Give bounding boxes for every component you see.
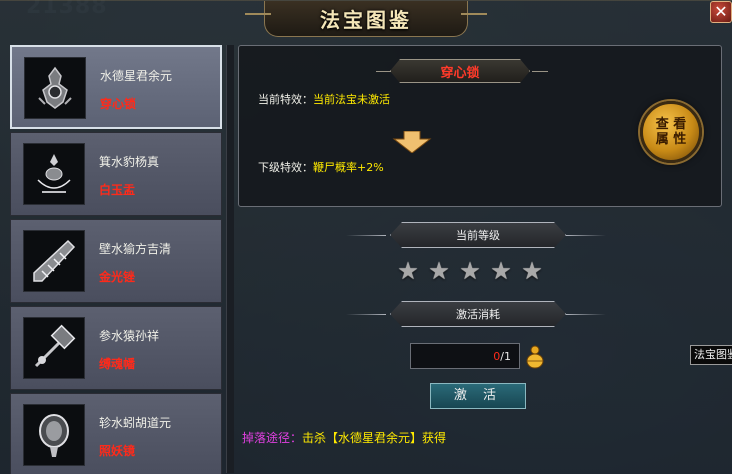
- current-effect-value: 当前法宝未激活: [313, 93, 390, 106]
- cost-box: 0/1: [410, 343, 520, 369]
- star-icon: ★: [459, 257, 481, 285]
- item-name: 水德星君余元: [100, 69, 173, 83]
- item-name: 参水猿孙祥: [99, 329, 160, 343]
- current-level-plate: 当前等级: [390, 222, 566, 248]
- gourd-icon[interactable]: [523, 343, 547, 369]
- mirror-icon: [23, 404, 85, 466]
- item-treasure: 缚魂幡: [99, 357, 136, 371]
- activation-right-line: [566, 314, 606, 315]
- window-title: 法宝图鉴: [320, 8, 412, 32]
- item-name: 壁水㺄方吉清: [99, 242, 172, 256]
- current-effect-label: 当前特效：: [258, 93, 313, 106]
- cost-value: 0/1: [493, 350, 511, 363]
- activation-left-line: [346, 314, 386, 315]
- star-icon: ★: [428, 257, 450, 285]
- treasure-list: 水德星君余元 穿心锁 箕水豹杨真 白玉盂 壁水㺄方吉清 金光锉 参水猿孙祥 缚魂…: [10, 45, 222, 474]
- list-item[interactable]: 轸水蚓胡道元 照妖镜: [10, 393, 222, 474]
- drop-path-value[interactable]: 击杀【水德星君余元】获得: [302, 431, 446, 445]
- name-plate-left-line: [376, 71, 392, 72]
- list-item[interactable]: 参水猿孙祥 缚魂幡: [10, 306, 222, 390]
- level-left-line: [346, 235, 386, 236]
- next-effect-label: 下级特效：: [258, 161, 313, 174]
- window-title-plate: 法宝图鉴: [245, 1, 487, 37]
- current-effect-row: 当前特效：当前法宝未激活: [258, 91, 390, 107]
- list-item[interactable]: 壁水㺄方吉清 金光锉: [10, 219, 222, 303]
- current-level-label: 当前等级: [456, 229, 500, 242]
- item-name: 轸水蚓胡道元: [99, 416, 172, 430]
- close-button[interactable]: ✕: [710, 1, 732, 23]
- activate-button[interactable]: 激 活: [430, 383, 526, 409]
- level-stars: ★ ★ ★ ★ ★: [396, 259, 544, 283]
- drop-path-label: 掉落途径：: [242, 431, 303, 445]
- item-treasure: 穿心锁: [100, 97, 137, 111]
- treasure-atlas-window: 法宝图鉴 ✕ 水德星君余元 穿心锁 箕水豹杨真 白玉盂 壁水㺄方吉清 金光锉 参…: [0, 0, 732, 474]
- arrow-down-icon: [392, 130, 432, 154]
- drop-path: 掉落途径：击杀【水德星君余元】获得: [242, 429, 446, 446]
- next-effect-row: 下级特效：鞭尸概率+2%: [258, 159, 384, 175]
- item-treasure: 白玉盂: [99, 183, 136, 197]
- cost-required: /1: [500, 350, 511, 363]
- star-icon: ★: [490, 257, 512, 285]
- list-item[interactable]: 水德星君余元 穿心锁: [10, 45, 222, 129]
- view-attributes-button[interactable]: 查 看 属 性: [640, 101, 702, 163]
- tooltip: 法宝图鉴: [690, 345, 732, 365]
- activation-cost-plate: 激活消耗: [390, 301, 566, 327]
- item-treasure: 金光锉: [99, 270, 136, 284]
- activation-cost-label: 激活消耗: [456, 308, 500, 321]
- item-treasure: 照妖镜: [99, 444, 136, 458]
- treasure-name: 穿心锁: [440, 65, 480, 81]
- file-icon: [23, 230, 85, 292]
- view-attributes-line2: 属 性: [655, 132, 687, 147]
- next-effect-value: 鞭尸概率+2%: [313, 161, 384, 174]
- bowl-icon: [23, 143, 85, 205]
- star-icon: ★: [397, 257, 419, 285]
- treasure-name-plate: 穿心锁: [390, 59, 530, 83]
- view-attributes-line1: 查 看: [655, 117, 687, 132]
- star-icon: ★: [521, 257, 543, 285]
- list-item[interactable]: 箕水豹杨真 白玉盂: [10, 132, 222, 216]
- lock-icon: [24, 57, 86, 119]
- name-plate-right-line: [532, 71, 548, 72]
- list-scrollbar[interactable]: [226, 45, 234, 473]
- banner-icon: [23, 317, 85, 379]
- level-right-line: [566, 235, 606, 236]
- item-name: 箕水豹杨真: [99, 155, 160, 169]
